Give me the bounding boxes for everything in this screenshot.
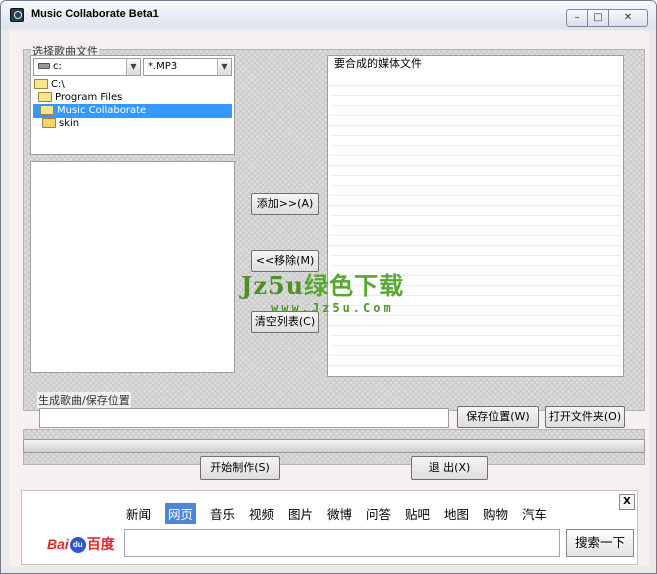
baidu-logo: Bai du 百度 [47,534,115,554]
target-media-list[interactable]: 要合成的媒体文件 [327,55,624,377]
add-button[interactable]: 添加>>(A) [251,193,319,215]
tree-item-label: Music Collaborate [57,105,147,116]
tree-item-program-files[interactable]: Program Files [38,91,232,105]
minimize-button[interactable]: – [566,9,588,27]
open-folder-button[interactable]: 打开文件夹(O) [545,406,625,428]
baidu-search-input[interactable] [124,529,560,557]
logo-bai: Bai [47,536,69,552]
watermark: Jz5u绿色下载 www.Jz5u.Com [241,266,404,315]
tree-item-label: Program Files [55,92,123,103]
chevron-down-icon[interactable]: ▼ [217,59,231,75]
target-list-rows [330,76,621,374]
folder-open-icon [34,79,48,89]
nav-maps[interactable]: 地图 [444,504,469,523]
maximize-button[interactable]: □ [587,9,609,27]
tree-item-skin[interactable]: skin [42,117,232,131]
folder-icon [42,118,56,128]
save-location-button[interactable]: 保存位置(W) [457,406,539,428]
tree-item-label: C:\ [51,79,65,90]
nav-music[interactable]: 音乐 [210,504,235,523]
logo-cn: 百度 [86,536,115,552]
nav-cars[interactable]: 汽车 [522,504,547,523]
watermark-latin: Jz5u [241,271,305,300]
progress-bar [23,439,645,453]
chevron-down-icon[interactable]: ▼ [126,59,140,75]
close-button[interactable]: ✕ [608,9,648,27]
drive-value: c: [53,61,62,72]
nav-images[interactable]: 图片 [288,504,313,523]
nav-qa[interactable]: 问答 [366,504,391,523]
file-list-panel[interactable] [30,161,235,373]
output-group-label: 生成歌曲/保存位置 [37,392,131,408]
app-window: Music Collaborate Beta1 – □ ✕ 选择歌曲文件 c: … [0,0,657,574]
baidu-search-button[interactable]: 搜索一下 [566,529,634,557]
window-title: Music Collaborate Beta1 [31,8,159,20]
drive-icon [38,63,50,69]
title-bar[interactable]: Music Collaborate Beta1 – □ ✕ [1,1,656,29]
nav-web[interactable]: 网页 [165,503,197,524]
paw-icon: du [69,537,86,554]
filter-value: *.MP3 [148,61,178,72]
nav-news[interactable]: 新闻 [126,504,151,523]
exit-button[interactable]: 退 出(X) [411,456,488,480]
nav-video[interactable]: 视频 [249,504,274,523]
tree-item-music-collaborate[interactable]: Music Collaborate [33,104,232,118]
close-icon[interactable]: X [619,494,635,510]
folder-open-icon [40,105,54,115]
drive-select[interactable]: c: ▼ [33,58,141,76]
folder-tree-panel: c: ▼ *.MP3 ▼ C:\ Program Files Music Col… [30,55,235,155]
target-list-header: 要合成的媒体文件 [328,56,623,72]
tree-item-drive[interactable]: C:\ [34,78,232,92]
output-path-field[interactable] [39,408,449,428]
baidu-search-bar: 新闻 网页 音乐 视频 图片 微博 问答 贴吧 地图 购物 汽车 X Bai du… [21,490,638,565]
watermark-url: www.Jz5u.Com [271,301,394,315]
watermark-cn: 绿色下载 [304,272,405,300]
nav-tieba[interactable]: 贴吧 [405,504,430,523]
app-icon [10,8,24,22]
tree-item-label: skin [59,118,80,129]
nav-shopping[interactable]: 购物 [483,504,508,523]
filter-select[interactable]: *.MP3 ▼ [143,58,232,76]
baidu-nav: 新闻 网页 音乐 视频 图片 微博 问答 贴吧 地图 购物 汽车 [126,503,557,524]
folder-open-icon [38,92,52,102]
nav-weibo[interactable]: 微博 [327,504,352,523]
start-button[interactable]: 开始制作(S) [200,456,280,480]
